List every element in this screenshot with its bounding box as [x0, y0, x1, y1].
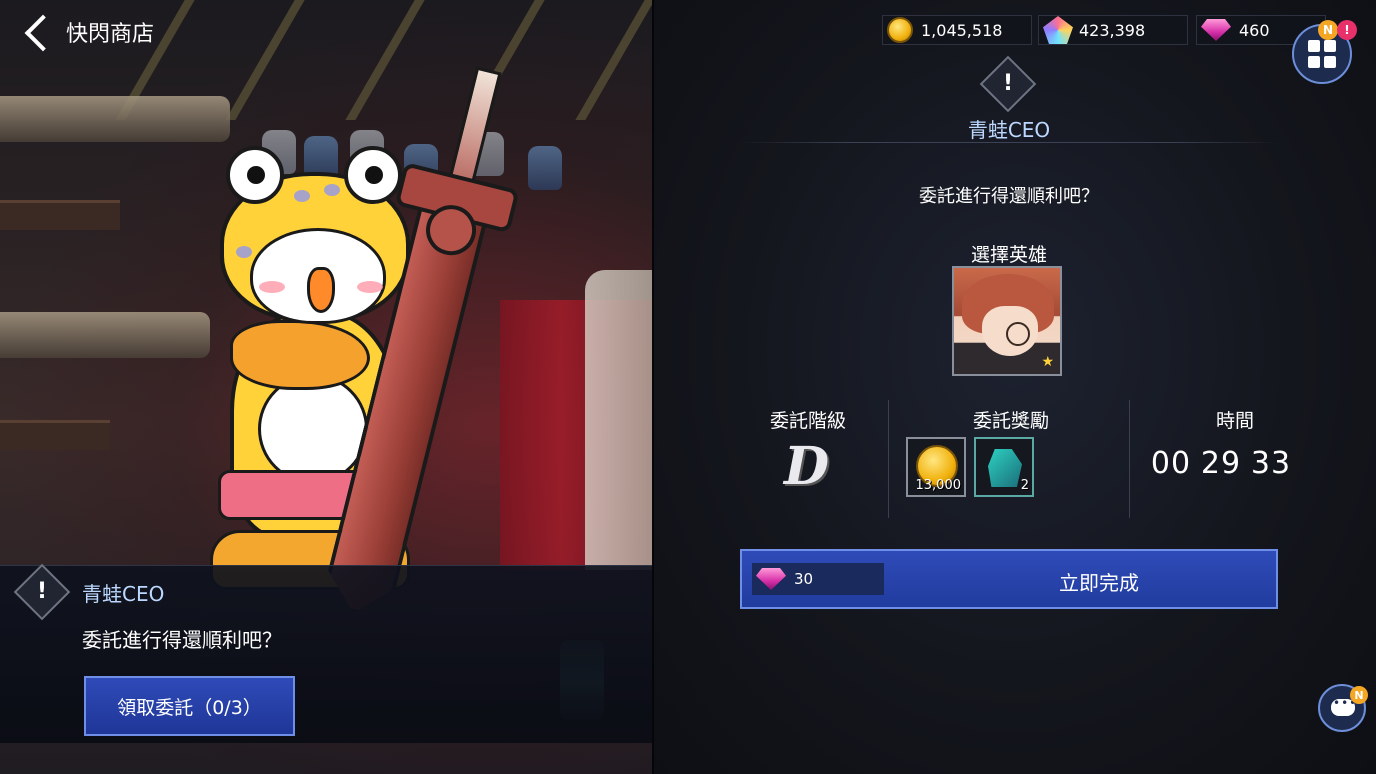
reward-amount: 13,000: [915, 478, 962, 493]
page-title: 快閃商店: [66, 22, 155, 47]
gem-amount: 460: [1239, 20, 1270, 40]
ceiling-beam: [345, 0, 425, 120]
grade-value: D: [784, 436, 830, 497]
ceiling-beam: [225, 0, 305, 120]
complete-now-button[interactable]: 30 立即完成: [740, 549, 1278, 609]
alert-diamond-icon: !: [13, 563, 71, 621]
name-divider: [740, 142, 1280, 143]
alert-badge: !: [1337, 20, 1357, 40]
reward-gold[interactable]: 13,000: [906, 437, 966, 497]
shelf: [0, 200, 120, 230]
grid-icon-cell: [1324, 40, 1336, 52]
star-icon: ★: [1041, 354, 1054, 370]
countdown-timer: 00 29 33: [1148, 446, 1298, 481]
frog-eye: [226, 146, 284, 204]
timer-hours: 00: [1150, 446, 1192, 481]
alert-symbol: !: [1002, 71, 1014, 96]
select-hero-label: 選擇英雄: [970, 244, 1047, 266]
sword-hilt: [447, 66, 502, 190]
gold-currency: 1,045,518: [882, 15, 1032, 45]
back-button[interactable]: [20, 8, 60, 54]
frog-eye: [344, 146, 402, 204]
hero-portrait[interactable]: ★: [952, 266, 1062, 376]
reward-amount: 2: [1020, 478, 1029, 493]
gem-icon: [756, 568, 786, 590]
alert-symbol: !: [36, 579, 48, 604]
pipe: [0, 312, 210, 358]
ceiling-beam: [575, 0, 652, 120]
crystal-currency: 423,398: [1038, 15, 1188, 45]
grid-icon-cell: [1324, 56, 1336, 68]
shelf: [0, 420, 110, 450]
glove-equipment-icon: [988, 449, 1022, 487]
new-badge: N: [1318, 20, 1338, 40]
crystal-icon: [1043, 16, 1073, 44]
frog-blush: [259, 281, 285, 293]
column-divider: [888, 400, 889, 518]
robe: [585, 270, 652, 570]
timer-seconds: 33: [1250, 446, 1292, 481]
reward-label: 委託獎勵: [972, 410, 1049, 432]
gem-cost: 30: [752, 563, 884, 595]
npc-name: 青蛙CEO: [967, 118, 1051, 142]
pipe: [0, 96, 230, 142]
frog-spot: [294, 190, 310, 202]
frog-spot: [324, 184, 340, 196]
gold-coin-icon: [887, 17, 913, 43]
frog-mouth: [307, 267, 335, 313]
gem-icon: [1201, 19, 1231, 41]
time-label: 時間: [1215, 410, 1254, 432]
grade-label: 委託階級: [769, 410, 846, 432]
timer-minutes: 29: [1200, 446, 1242, 481]
complete-now-label: 立即完成: [1059, 571, 1139, 595]
accept-commission-button[interactable]: 領取委託（0/3）: [84, 676, 295, 736]
frog-face: [250, 228, 386, 324]
new-badge: N: [1350, 686, 1368, 704]
dialogue-text: 委託進行得還順利吧？: [82, 628, 282, 652]
column-divider: [1129, 400, 1130, 518]
grid-icon-cell: [1308, 40, 1320, 52]
crystal-amount: 423,398: [1079, 20, 1146, 40]
npc-question: 委託進行得還順利吧？: [919, 186, 1099, 207]
hero-glasses: [1006, 322, 1030, 346]
frog-spot: [236, 246, 252, 258]
gem-cost-amount: 30: [794, 570, 814, 588]
gold-amount: 1,045,518: [921, 20, 1003, 40]
speaker-name: 青蛙CEO: [82, 582, 165, 606]
reward-equipment[interactable]: 2: [974, 437, 1034, 497]
grid-icon-cell: [1308, 56, 1320, 68]
jar: [528, 146, 562, 190]
